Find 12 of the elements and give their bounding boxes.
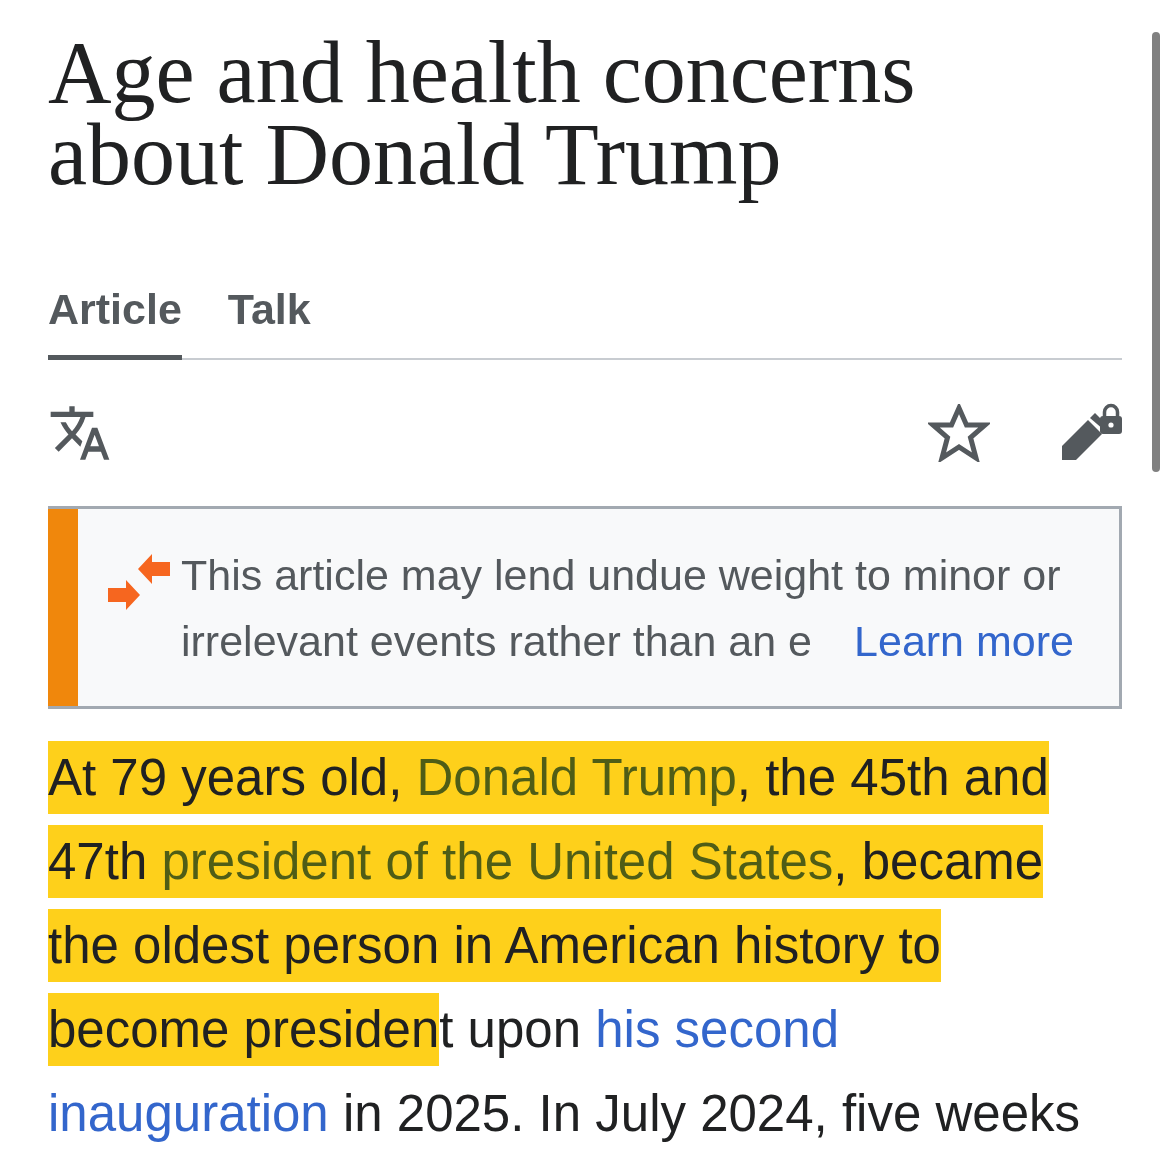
notice-message: This article may lend undue weight to minor or irrelevant events rather than an e Learn more: [181, 550, 1075, 667]
article-link[interactable]: president of the United States: [161, 825, 834, 898]
tab[interactable]: Talk: [227, 284, 311, 360]
article-title: Age and health concerns about Donald Trump: [48, 23, 917, 205]
watch-star-button[interactable]: [928, 404, 990, 462]
article-link[interactable]: inauguration: [48, 1077, 329, 1150]
article-link[interactable]: his second: [595, 993, 840, 1066]
article-link[interactable]: Donald Trump: [416, 741, 737, 814]
learn-more-link[interactable]: Learn more: [854, 617, 1074, 665]
tab[interactable]: Article: [48, 284, 182, 360]
converging-arrows-icon: [108, 554, 170, 612]
star-icon: [928, 404, 990, 462]
